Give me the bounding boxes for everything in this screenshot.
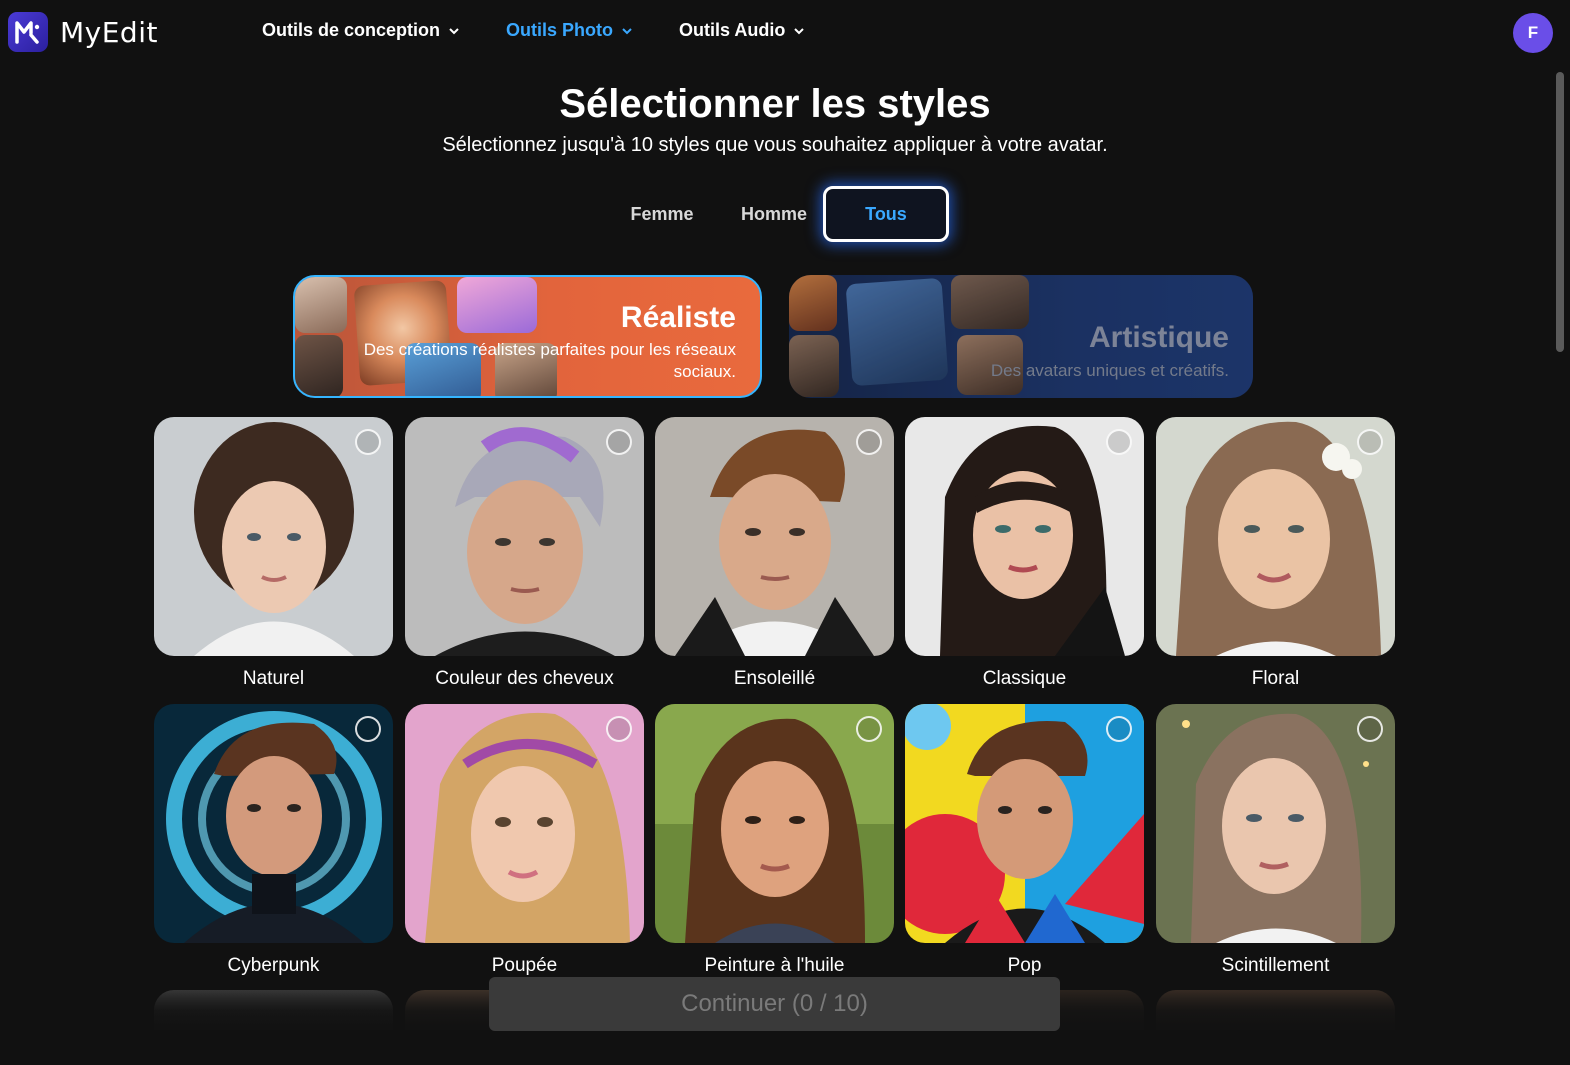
style-label: Poupée: [491, 955, 558, 976]
style-label: Scintillement: [1221, 955, 1330, 976]
style-label: Ensoleillé: [733, 668, 816, 689]
select-radio[interactable]: [1357, 716, 1383, 742]
tab-femme[interactable]: Femme: [606, 186, 718, 242]
style-thumbnail: [1156, 417, 1395, 656]
select-radio[interactable]: [1357, 429, 1383, 455]
select-radio[interactable]: [355, 716, 381, 742]
nav-label: Outils Photo: [506, 20, 614, 40]
tab-tous[interactable]: Tous: [823, 186, 949, 242]
style-thumbnail: [905, 704, 1144, 943]
banner-description: Des avatars uniques et créatifs.: [990, 361, 1229, 380]
banner-thumbnail: [951, 275, 1029, 329]
style-label: Pop: [1007, 955, 1042, 976]
nav-label: Outils de conception: [262, 20, 441, 40]
style-label: Cyberpunk: [227, 955, 320, 976]
banner-thumbnail: [789, 275, 837, 331]
nav-outils-photo[interactable]: Outils Photo: [506, 20, 633, 41]
page-subtitle: Sélectionnez jusqu'à 10 styles que vous …: [442, 134, 1108, 156]
style-label: Floral: [1251, 668, 1300, 689]
top-navigation-bar: MyEdit Outils de conception Outils Photo…: [0, 0, 1570, 66]
tab-homme[interactable]: Homme: [718, 186, 830, 242]
style-thumbnail: [154, 704, 393, 943]
select-radio[interactable]: [606, 716, 632, 742]
select-radio[interactable]: [1106, 429, 1132, 455]
style-thumbnail: [405, 704, 644, 943]
style-card-couleur-cheveux[interactable]: Couleur des cheveux: [405, 417, 644, 690]
chevron-down-icon: [794, 27, 805, 34]
style-thumbnail: [1156, 704, 1395, 943]
style-card-floral[interactable]: Floral: [1156, 417, 1395, 690]
style-card-naturel[interactable]: Naturel: [154, 417, 393, 690]
banner-title: Artistique: [1088, 321, 1229, 354]
app-logo[interactable]: MyEdit: [8, 12, 158, 52]
banner-thumbnail: [457, 277, 537, 333]
chevron-down-icon: [449, 27, 459, 34]
banner-thumbnail: [789, 335, 839, 397]
select-radio[interactable]: [856, 716, 882, 742]
chevron-down-icon: [622, 27, 632, 34]
style-card-cyberpunk[interactable]: Cyberpunk: [154, 704, 393, 977]
style-label: Naturel: [242, 668, 305, 689]
user-avatar[interactable]: F: [1513, 13, 1553, 53]
style-card-poupee[interactable]: Poupée: [405, 704, 644, 977]
banner-description: Des créations réalistes parfaites pour l…: [363, 340, 736, 381]
scrollbar-thumb[interactable]: [1556, 72, 1564, 352]
style-card-peinture-huile[interactable]: Peinture à l'huile: [655, 704, 894, 977]
style-label: Couleur des cheveux: [435, 668, 614, 689]
select-radio[interactable]: [1106, 716, 1132, 742]
select-radio[interactable]: [606, 429, 632, 455]
app-name: MyEdit: [60, 15, 158, 49]
style-thumbnail: [655, 704, 894, 943]
banner-title: Réaliste: [620, 301, 736, 334]
style-card-pop[interactable]: Pop: [905, 704, 1144, 977]
category-artistique[interactable]: Artistique Des avatars uniques et créati…: [789, 275, 1253, 398]
style-thumbnail: [655, 417, 894, 656]
main-nav: Outils de conception Outils Photo Outils…: [262, 20, 851, 41]
style-thumbnail: [154, 417, 393, 656]
style-label: Classique: [982, 668, 1067, 689]
continue-button[interactable]: Continuer (0 / 10): [489, 977, 1060, 1031]
gender-tabs: Femme Homme Tous: [606, 186, 966, 244]
style-card-ensoleille[interactable]: Ensoleillé: [655, 417, 894, 690]
myedit-logo-icon: [8, 12, 48, 52]
page-title: Sélectionner les styles: [559, 82, 991, 126]
select-radio[interactable]: [856, 429, 882, 455]
banner-thumbnail: [295, 277, 347, 333]
style-card-classique[interactable]: Classique: [905, 417, 1144, 690]
style-thumbnail: [405, 417, 644, 656]
style-card-scintillement[interactable]: Scintillement: [1156, 704, 1395, 977]
style-label: Peinture à l'huile: [704, 955, 845, 976]
nav-outils-audio[interactable]: Outils Audio: [679, 20, 805, 41]
style-thumbnail: [905, 417, 1144, 656]
nav-outils-conception[interactable]: Outils de conception: [262, 20, 460, 41]
select-radio[interactable]: [355, 429, 381, 455]
category-realiste[interactable]: Réaliste Des créations réalistes parfait…: [293, 275, 762, 398]
nav-label: Outils Audio: [679, 20, 786, 40]
